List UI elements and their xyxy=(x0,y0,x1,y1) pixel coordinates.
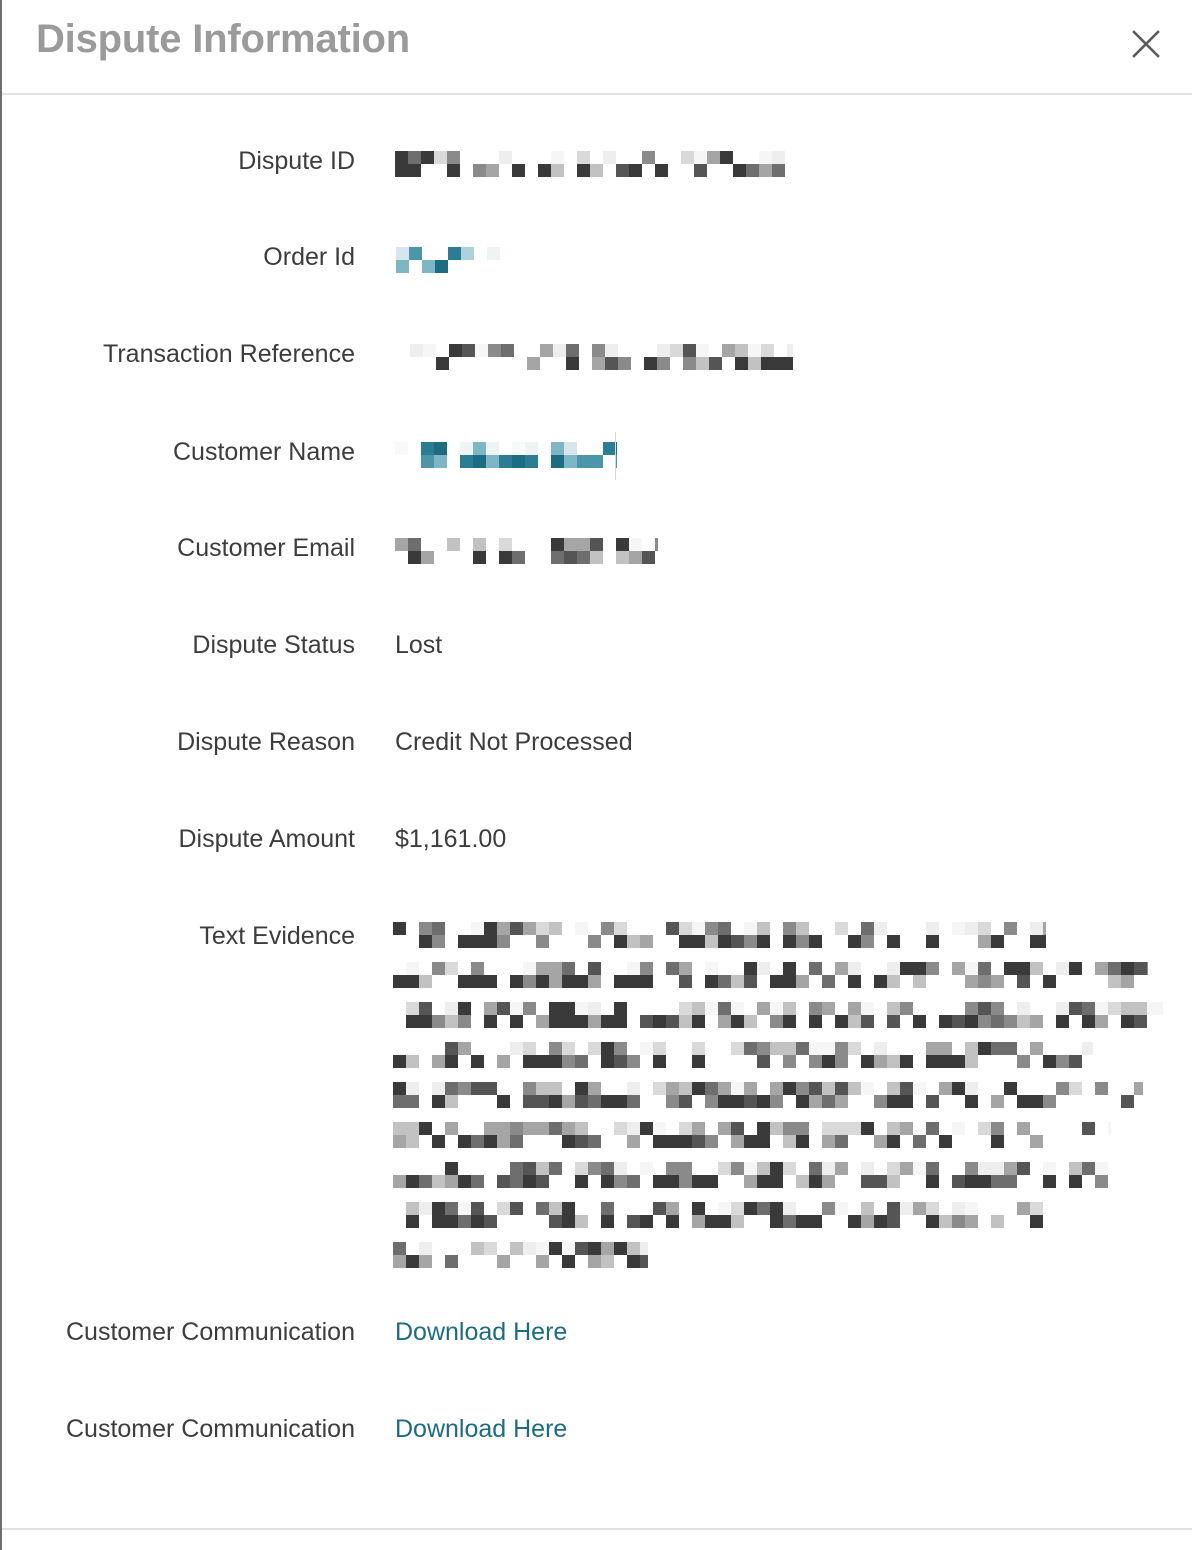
field-label: Dispute Status xyxy=(192,631,355,659)
field-label: Transaction Reference xyxy=(103,340,355,368)
field-label: Customer Communication xyxy=(66,1318,355,1346)
field-label: Customer Name xyxy=(173,438,355,466)
field-value: Lost xyxy=(395,631,443,659)
field-label: Customer Communication xyxy=(66,1415,355,1443)
field-value: Credit Not Processed xyxy=(395,728,633,756)
close-button[interactable] xyxy=(1120,18,1172,70)
dispute-information-modal: Dispute Information Dispute ID Order Id Tr… xyxy=(0,0,1192,1550)
redacted-value xyxy=(393,1202,1048,1228)
field-value: $1,161.00 xyxy=(395,825,507,853)
field-label: Dispute Reason xyxy=(177,728,355,756)
redacted-value xyxy=(393,1162,1108,1188)
field-label: Order Id xyxy=(263,243,355,271)
redacted-value xyxy=(393,962,1148,988)
field-label: Text Evidence xyxy=(199,922,355,950)
redacted-value xyxy=(396,247,500,273)
field-label: Dispute Amount xyxy=(178,825,356,853)
footer-divider xyxy=(2,1528,1192,1530)
dispute-field-list: Dispute ID Order Id Transaction Reference C… xyxy=(2,95,1192,1528)
redacted-value xyxy=(393,1122,1111,1148)
redacted-value xyxy=(393,1082,1143,1108)
download-here-link[interactable]: Download Here xyxy=(395,1415,567,1444)
redacted-value xyxy=(393,1002,1163,1028)
page-title: Dispute Information xyxy=(36,17,410,61)
close-icon xyxy=(1131,29,1161,59)
redacted-value xyxy=(393,1242,648,1268)
download-here-link[interactable]: Download Here xyxy=(395,1318,567,1347)
redacted-value xyxy=(395,151,785,177)
redacted-value xyxy=(393,922,1046,948)
field-separator-line xyxy=(615,432,616,480)
redacted-value xyxy=(395,538,658,564)
redacted-value xyxy=(395,442,617,468)
field-label: Dispute ID xyxy=(238,147,355,175)
redacted-value xyxy=(410,344,793,370)
redacted-value xyxy=(393,1042,1093,1068)
modal-header: Dispute Information xyxy=(2,0,1192,95)
field-label: Customer Email xyxy=(177,534,355,562)
